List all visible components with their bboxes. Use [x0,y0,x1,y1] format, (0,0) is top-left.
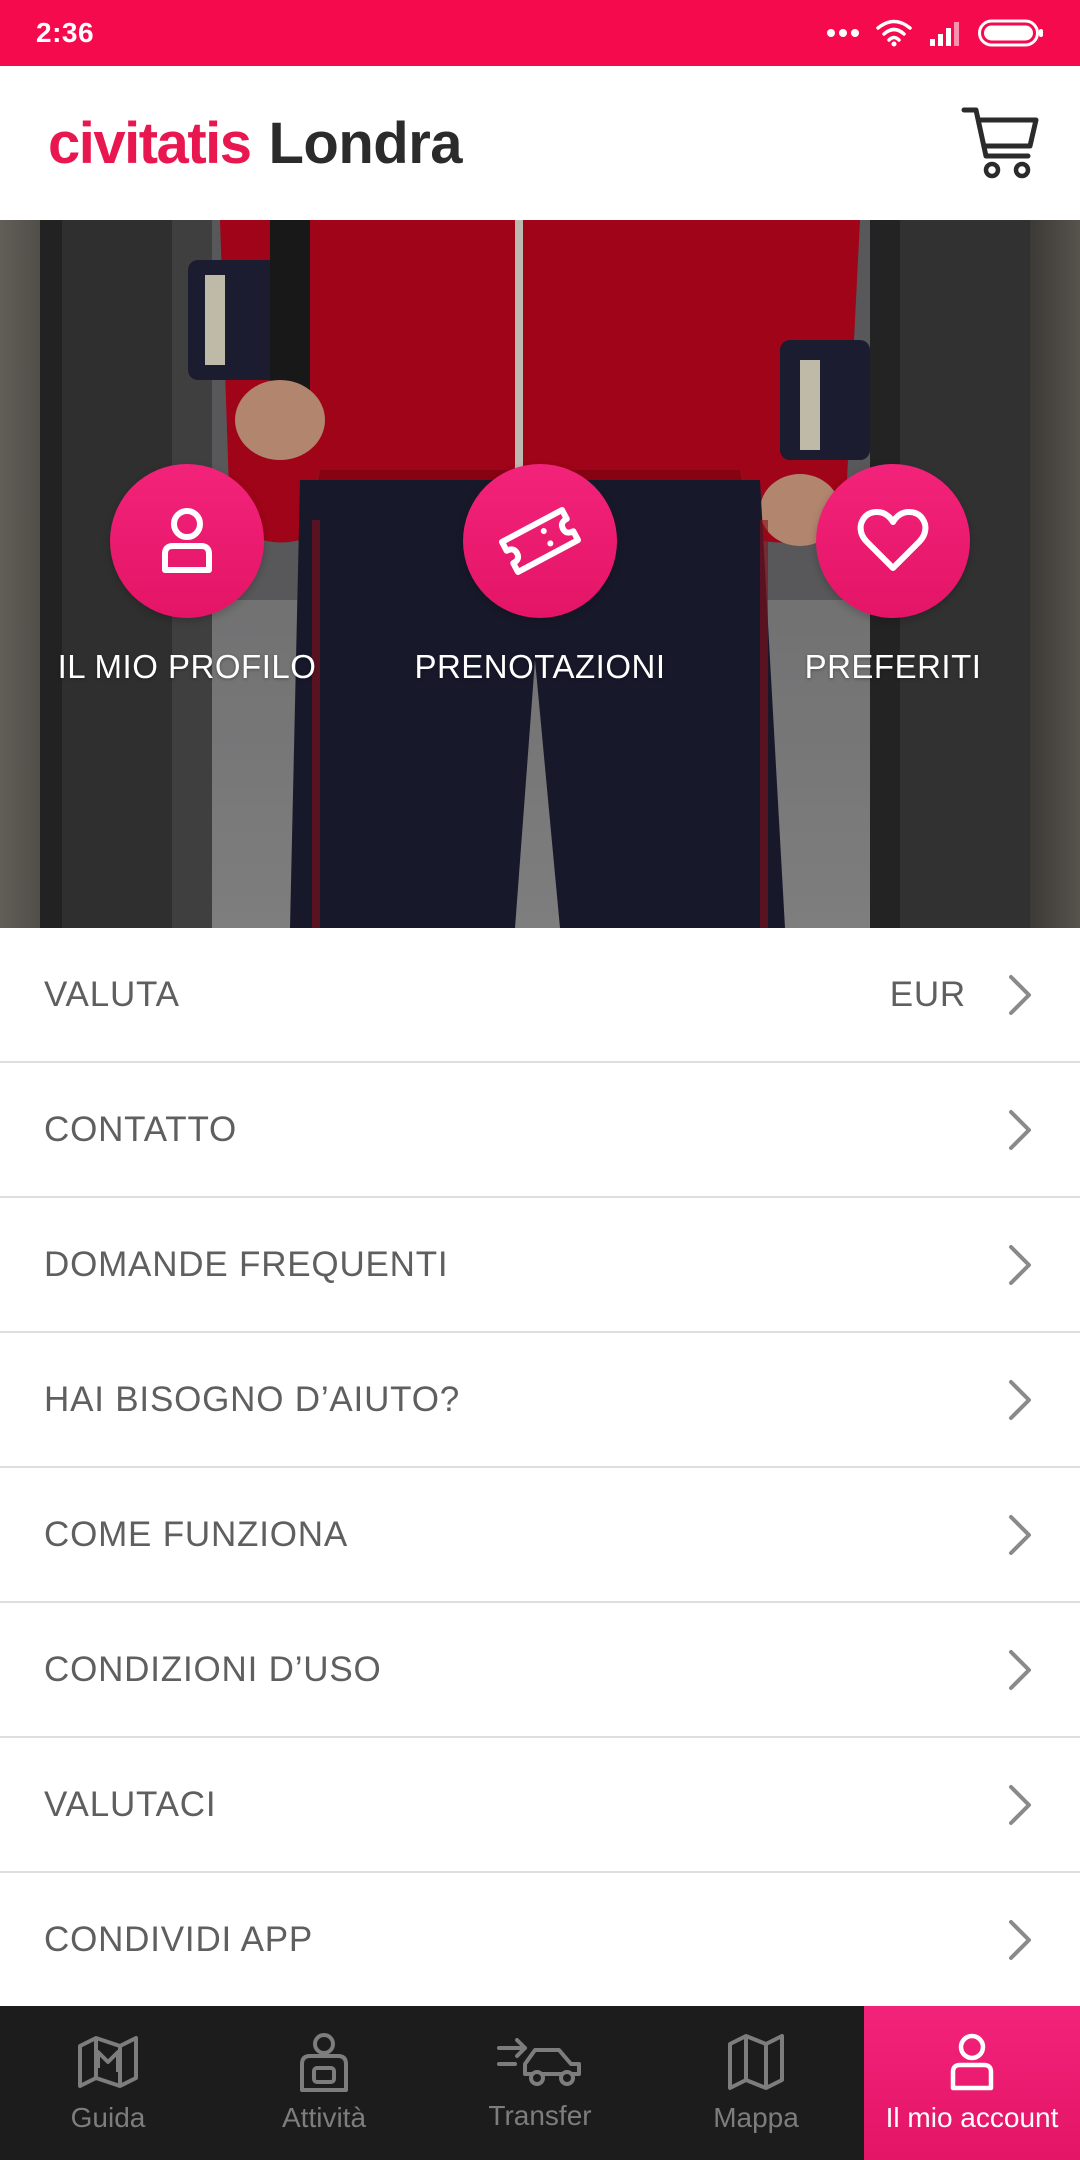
signal-icon [930,22,959,46]
chevron-right-icon [1009,1514,1031,1555]
tab-label: Transfer [488,2100,592,2131]
tab-il-mio-account[interactable]: Il mio account [864,2006,1080,2160]
menu-item-label: CONDIVIDI APP [44,1919,314,1959]
chevron-right-icon [1009,1919,1031,1960]
ticket-icon [498,507,582,575]
menu-item-right: EUR [890,974,1032,1016]
chevron-right-icon [1009,1109,1031,1150]
brand-logo: civitatis [48,110,252,176]
tab-label: Mappa [713,2102,799,2133]
user-icon [950,2033,994,2091]
currency-value: EUR [889,974,966,1014]
app-header: civitatis Londra [0,66,1080,220]
menu-item-label: VALUTACI [44,1784,217,1824]
user-icon [162,508,212,573]
bookings-label: PRENOTAZIONI [414,648,666,685]
chevron-right-icon [1009,1784,1031,1825]
wifi-icon [876,19,912,47]
settings-menu: VALUTA EUR CONTATTO DOMANDE FREQUENTI HA… [0,928,1080,2008]
menu-item-how-it-works[interactable]: COME FUNZIONA [0,1468,1080,1603]
profile-circle[interactable] [110,464,264,618]
tab-guida[interactable]: Guida [0,2006,216,2160]
menu-item-faq[interactable]: DOMANDE FREQUENTI [0,1198,1080,1333]
menu-item-label: DOMANDE FREQUENTI [44,1244,449,1284]
bottom-nav: Guida Attività Transfer Mappa Il mio acc… [0,2006,1080,2160]
chevron-right-icon [1009,1379,1031,1420]
menu-item-help[interactable]: HAI BISOGNO D’AIUTO? [0,1333,1080,1468]
transfer-car-icon [497,2038,581,2086]
cart-icon [961,107,1039,179]
tab-transfer[interactable]: Transfer [432,2006,648,2160]
menu-item-contact[interactable]: CONTATTO [0,1063,1080,1198]
map-icon [728,2034,784,2090]
favorites-label: PREFERITI [804,648,982,685]
bookings-shortcut[interactable]: PRENOTAZIONI [380,464,700,686]
favorites-shortcut[interactable]: PREFERITI [733,464,1053,686]
hero-banner: IL MIO PROFILO PRENOTAZIONI PREFERITI [0,220,1080,928]
status-icons [826,19,1044,47]
status-time: 2:36 [36,17,95,48]
tab-label: Il mio account [885,2102,1059,2133]
cart-button[interactable] [960,103,1040,183]
menu-item-label: CONDIZIONI D’USO [44,1649,382,1689]
chevron-right-icon [1009,1649,1031,1690]
chevron-right-icon [1009,974,1031,1015]
chevron-right-icon [1009,1244,1031,1285]
menu-item-terms[interactable]: CONDIZIONI D’USO [0,1603,1080,1738]
hero-actions: IL MIO PROFILO PRENOTAZIONI PREFERITI [0,220,1080,928]
menu-item-label: HAI BISOGNO D’AIUTO? [44,1379,460,1419]
status-bar: 2:36 [0,0,1080,66]
menu-item-currency[interactable]: VALUTA EUR [0,928,1080,1063]
favorites-circle[interactable] [816,464,970,618]
tab-mappa[interactable]: Mappa [648,2006,864,2160]
battery-icon [978,19,1043,47]
menu-item-label: CONTATTO [44,1109,238,1149]
tab-label: Attività [281,2102,367,2133]
activities-icon [300,2033,348,2092]
profile-label: IL MIO PROFILO [57,648,317,685]
menu-item-label: COME FUNZIONA [44,1514,349,1554]
brand: civitatis Londra [48,110,463,177]
bookings-circle[interactable] [463,464,617,618]
page-title: Londra [268,110,463,176]
menu-item-label: VALUTA [44,974,180,1014]
tab-label: Guida [70,2102,146,2133]
more-dots-icon [827,29,859,37]
tab-attivita[interactable]: Attività [216,2006,432,2160]
heart-icon [857,509,929,571]
menu-item-rate-us[interactable]: VALUTACI [0,1738,1080,1873]
map-pin-icon [78,2036,138,2088]
menu-item-share-app[interactable]: CONDIVIDI APP [0,1873,1080,2008]
profile-shortcut[interactable]: IL MIO PROFILO [27,464,347,686]
